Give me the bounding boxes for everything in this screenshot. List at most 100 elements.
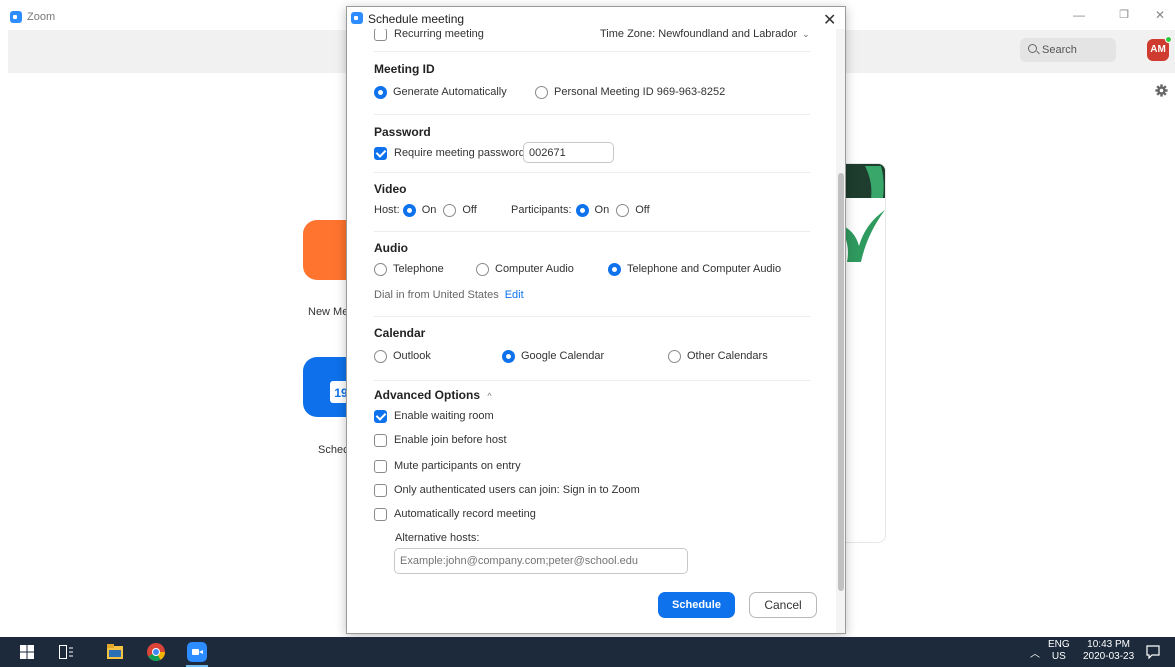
host-video-row: Host: On Off <box>374 203 477 217</box>
windows-start-icon[interactable] <box>20 645 34 659</box>
keyboard-layout: US <box>1051 651 1066 662</box>
schedule-label: Schec <box>318 444 349 456</box>
participants-video-off-radio[interactable] <box>616 203 630 217</box>
generate-automatically-option[interactable]: Generate Automatically <box>374 85 507 99</box>
checkbox-unchecked[interactable] <box>374 433 387 447</box>
calendar-google-option[interactable]: Google Calendar <box>502 349 604 363</box>
checkbox-unchecked[interactable] <box>374 483 387 497</box>
clock-date: 2020-03-23 <box>1083 651 1135 662</box>
zoom-logo-icon <box>351 12 363 24</box>
timezone-label: Time Zone: Newfoundland and Labrador <box>600 28 798 40</box>
alternative-hosts-input[interactable] <box>394 548 688 574</box>
option-label: Telephone <box>393 263 444 275</box>
option-label: Enable join before host <box>394 434 507 446</box>
personal-meeting-id-option[interactable]: Personal Meeting ID 969-963-8252 <box>535 85 725 99</box>
clock[interactable]: 10:43 PM 2020-03-23 <box>1083 639 1134 663</box>
divider <box>374 172 810 173</box>
scrollbar-thumb[interactable] <box>838 173 844 591</box>
host-label: Host: <box>374 204 400 216</box>
radio-selected[interactable] <box>608 262 621 276</box>
audio-title: Audio <box>374 241 408 255</box>
language-indicator[interactable]: ENG US <box>1048 639 1070 663</box>
waiting-room-option[interactable]: Enable waiting room <box>374 409 494 423</box>
auto-record-option[interactable]: Automatically record meeting <box>374 507 536 521</box>
host-video-on-radio[interactable] <box>402 203 416 217</box>
schedule-meeting-dialog: Schedule meeting ✕ Recurring meeting Tim… <box>346 6 846 634</box>
checkbox-unchecked[interactable] <box>374 459 387 473</box>
schedule-button[interactable]: Schedule <box>658 592 735 618</box>
audio-both-option[interactable]: Telephone and Computer Audio <box>608 262 781 276</box>
task-view-icon[interactable] <box>59 645 73 659</box>
clock-time: 10:43 PM <box>1087 639 1130 650</box>
restore-icon[interactable]: ❐ <box>1114 8 1134 21</box>
dial-in-row: Dial in from United States Edit <box>374 288 524 302</box>
notification-icon[interactable] <box>1146 645 1160 659</box>
gear-icon[interactable] <box>1155 84 1168 97</box>
file-explorer-icon[interactable] <box>107 644 123 659</box>
video-title: Video <box>374 182 407 196</box>
search-input[interactable]: Search <box>1020 38 1116 62</box>
online-status-dot <box>1165 36 1172 43</box>
join-before-host-option[interactable]: Enable join before host <box>374 433 507 447</box>
checkbox-checked[interactable] <box>374 409 387 423</box>
timezone-select[interactable]: Time Zone: Newfoundland and Labrador ⌄ <box>600 27 810 41</box>
radio-selected[interactable] <box>374 85 387 99</box>
advanced-options-toggle[interactable]: Advanced Options ^ <box>374 388 492 402</box>
divider <box>374 231 810 232</box>
language-code: ENG <box>1048 639 1070 650</box>
zoom-taskbar-icon[interactable] <box>187 642 207 662</box>
calendar-title: Calendar <box>374 326 426 340</box>
cancel-button[interactable]: Cancel <box>749 592 817 618</box>
recurring-label: Recurring meeting <box>394 28 484 40</box>
divider <box>374 380 810 381</box>
password-title: Password <box>374 125 431 139</box>
divider <box>374 316 810 317</box>
window-close-icon[interactable]: ✕ <box>1150 8 1170 22</box>
mute-on-entry-option[interactable]: Mute participants on entry <box>374 459 521 473</box>
radio-unselected[interactable] <box>668 349 681 363</box>
radio-unselected[interactable] <box>535 85 548 99</box>
dial-in-edit-link[interactable]: Edit <box>505 289 524 301</box>
new-meeting-label: New Me <box>308 306 349 318</box>
window-title: Zoom <box>27 11 56 23</box>
off-label: Off <box>635 204 650 216</box>
avatar[interactable]: AM <box>1147 36 1172 61</box>
audio-computer-option[interactable]: Computer Audio <box>476 262 574 276</box>
search-placeholder: Search <box>1042 44 1077 56</box>
chrome-icon[interactable] <box>147 643 165 661</box>
option-label: Enable waiting room <box>394 410 494 422</box>
password-field[interactable]: 002671 <box>523 142 614 163</box>
audio-telephone-option[interactable]: Telephone <box>374 262 444 276</box>
authenticated-users-option[interactable]: Only authenticated users can join: Sign … <box>374 483 640 497</box>
participants-video-on-radio[interactable] <box>575 203 589 217</box>
radio-unselected[interactable] <box>476 262 489 276</box>
dialog-close-icon[interactable]: ✕ <box>823 10 836 30</box>
require-password-checkbox[interactable] <box>374 146 387 160</box>
option-label: Only authenticated users can join: Sign … <box>394 484 640 496</box>
option-label: Outlook <box>393 350 431 362</box>
host-video-off-radio[interactable] <box>443 203 457 217</box>
on-label: On <box>594 204 610 216</box>
require-password-option[interactable]: Require meeting password <box>374 146 525 160</box>
recurring-meeting-option[interactable]: Recurring meeting <box>374 27 484 41</box>
dialog-title: Schedule meeting <box>368 12 465 26</box>
advanced-options-title: Advanced Options <box>374 388 481 402</box>
avatar-initials: AM <box>1150 44 1166 55</box>
radio-selected[interactable] <box>502 349 515 363</box>
participants-video-row: Participants: On Off <box>511 203 650 217</box>
option-label: Generate Automatically <box>393 86 507 98</box>
alternative-hosts-text: Alternative hosts: <box>395 532 480 544</box>
search-icon <box>1028 44 1037 53</box>
minimize-icon[interactable]: — <box>1069 8 1089 22</box>
calendar-other-option[interactable]: Other Calendars <box>668 349 768 363</box>
show-hidden-icons-icon[interactable]: ︿ <box>1030 645 1040 660</box>
zoom-logo-icon <box>10 11 22 23</box>
meeting-id-title: Meeting ID <box>374 62 435 76</box>
checkbox-unchecked[interactable] <box>374 507 387 521</box>
option-label: Mute participants on entry <box>394 460 521 472</box>
calendar-outlook-option[interactable]: Outlook <box>374 349 431 363</box>
radio-unselected[interactable] <box>374 349 387 363</box>
option-label: Automatically record meeting <box>394 508 536 520</box>
recurring-checkbox[interactable] <box>374 27 387 41</box>
radio-unselected[interactable] <box>374 262 387 276</box>
